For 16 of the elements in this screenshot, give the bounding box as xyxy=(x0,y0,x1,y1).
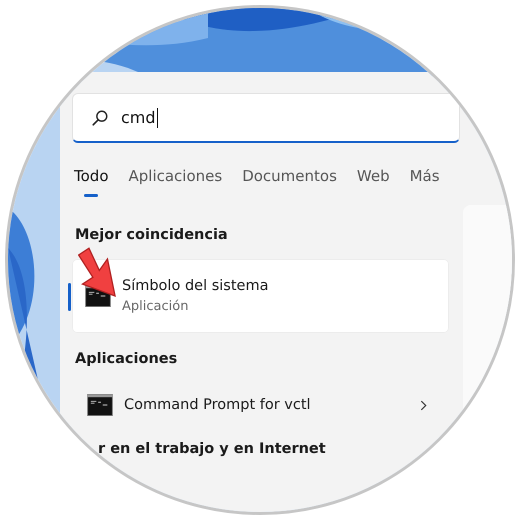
section-heading: Aplicaciones xyxy=(74,351,178,369)
filter-tab[interactable]: Todo xyxy=(74,167,108,197)
result-title: Símbolo del sistema xyxy=(122,278,270,294)
filter-tab[interactable]: Web xyxy=(356,167,390,197)
filter-tab[interactable]: Más xyxy=(410,167,440,197)
filter-tab[interactable]: Documentos xyxy=(242,167,337,197)
result-type: Aplicación xyxy=(122,299,190,314)
filter-tab[interactable]: Aplicaciones xyxy=(128,167,222,197)
search-field[interactable]: cmd xyxy=(72,93,460,143)
search-icon xyxy=(91,108,109,126)
result-title: Command Prompt for vctl xyxy=(124,397,312,413)
terminal-icon xyxy=(87,394,113,416)
result-item[interactable]: Command Prompt for vctl xyxy=(72,383,450,427)
section-heading: Mejor coincidencia xyxy=(74,227,229,245)
section-heading: r en el trabajo y en Internet xyxy=(97,441,327,459)
chevron-icon[interactable] xyxy=(420,400,428,410)
